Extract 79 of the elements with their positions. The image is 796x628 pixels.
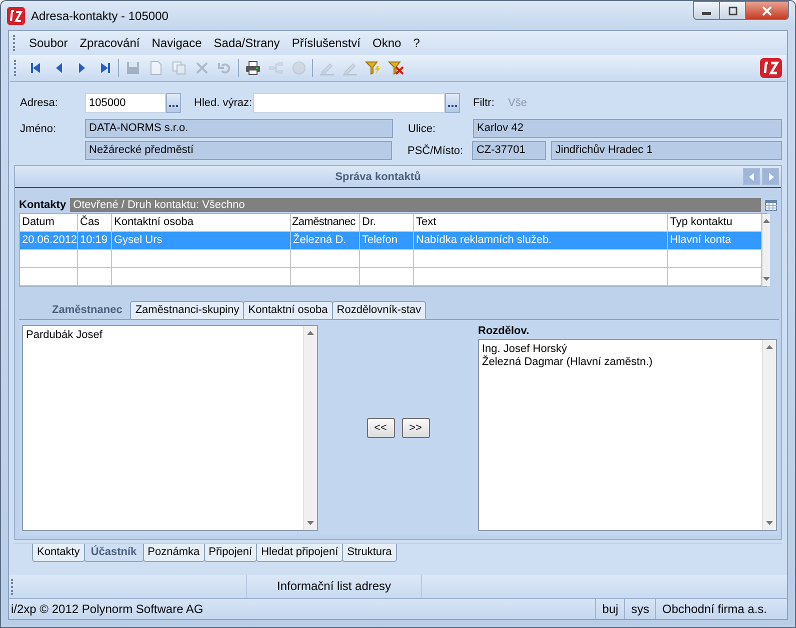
tab[interactable]: Kontaktní osoba [243, 301, 333, 319]
tab[interactable]: Zaměstnanci-skupiny [130, 301, 244, 319]
copyright-text: i/2xp © 2012 Polynorm Software AG [11, 602, 204, 616]
column-header[interactable]: Čas [78, 214, 112, 231]
panel-title: Správa kontaktů [334, 170, 422, 182]
close-icon [761, 6, 773, 16]
scrollbar[interactable] [303, 326, 317, 530]
field-label: Hled. výraz: [194, 97, 253, 109]
tab[interactable]: Rozdělovník-stav [332, 301, 426, 319]
ellipsis-icon [169, 105, 178, 108]
caret-up-icon [763, 219, 770, 223]
tab[interactable]: Zaměstnanec [37, 301, 132, 319]
zip-field: CZ-37701 [472, 141, 546, 160]
status-cell: buj [595, 599, 624, 619]
browse-button[interactable] [166, 93, 181, 113]
field-label: PSČ/Místo: [407, 144, 464, 156]
caret-up-icon [766, 345, 773, 349]
maximize-icon [728, 6, 738, 16]
filter-bar: Otevřené / Druh kontaktu: Všechno [70, 198, 761, 212]
list-item[interactable]: Železná Dagmar (Hlavní zaměstn.) [482, 356, 759, 369]
filter-value: Vše [508, 97, 527, 109]
column-header[interactable]: Kontaktní osoba [112, 214, 291, 231]
list-label: Rozdělov. [478, 325, 530, 339]
maximize-button[interactable] [719, 1, 746, 20]
menu-item[interactable]: Navigace [146, 36, 208, 50]
tab[interactable]: Připojení [204, 544, 258, 562]
field-label: Jméno: [20, 122, 58, 134]
search-field[interactable] [253, 93, 445, 113]
menu-item[interactable]: Zpracování [74, 36, 146, 50]
move-button[interactable]: >> [402, 418, 430, 438]
menu-item[interactable]: Okno [366, 36, 408, 50]
menu-item[interactable]: Soubor [23, 36, 74, 50]
status-cell: Obchodní firma a.s. [655, 599, 787, 619]
tab[interactable]: Struktura [342, 544, 397, 562]
scrollbar[interactable] [762, 214, 770, 286]
logo-icon [760, 58, 782, 78]
name-field: DATA-NORMS s.r.o. [85, 119, 393, 138]
window-title: Adresa-kontakty - 105000 [31, 8, 168, 22]
menu-item[interactable]: Příslušenství [286, 36, 367, 50]
minimize-icon [702, 12, 711, 15]
column-header[interactable]: Zaměstnanec [291, 214, 360, 231]
column-header[interactable]: Dr. [360, 214, 414, 231]
list-item[interactable]: Ing. Josef Horský [482, 343, 759, 356]
triangle-left-icon [748, 172, 756, 180]
address-field[interactable]: 105000 [85, 93, 166, 113]
filter-icon[interactable] [364, 60, 380, 76]
tab[interactable]: Poznámka [142, 544, 205, 562]
column-header[interactable]: Text [414, 214, 668, 231]
grid-icon[interactable] [765, 200, 777, 210]
minimize-button[interactable] [693, 1, 720, 20]
scrollbar[interactable] [762, 340, 776, 530]
list-item[interactable]: Pardubák Josef [26, 329, 300, 342]
filter-clear-icon[interactable] [388, 60, 404, 76]
tab[interactable]: Hledat připojení [256, 544, 344, 562]
tab[interactable]: Kontakty [32, 544, 85, 562]
field-label: Adresa: [20, 97, 59, 109]
logo-icon [7, 6, 25, 24]
city-field: Jindřichův Hradec 1 [551, 141, 782, 160]
next-button[interactable] [762, 168, 779, 185]
previous-button[interactable] [743, 168, 760, 185]
section-label: Kontakty [19, 199, 66, 211]
printer-icon[interactable] [244, 60, 260, 76]
move-button[interactable]: << [366, 418, 394, 438]
field-label: Ulice: [408, 122, 437, 134]
name-field: Nežárecké předměstí [85, 141, 392, 160]
caret-down-icon [766, 521, 773, 525]
status-cell: sys [624, 599, 656, 619]
close-button[interactable] [745, 1, 789, 20]
browse-button[interactable] [445, 93, 460, 113]
menu-item[interactable]: Sada/Strany [208, 36, 286, 50]
street-field: Karlov 42 [473, 119, 782, 138]
caret-down-icon [307, 521, 314, 525]
column-header[interactable]: Datum [20, 214, 78, 231]
ellipsis-icon [448, 105, 457, 108]
menu-item[interactable]: ? [407, 36, 426, 50]
triangle-right-icon [766, 172, 774, 180]
caret-down-icon [763, 277, 770, 281]
caret-up-icon [307, 331, 314, 335]
field-label: Filtr: [473, 97, 496, 109]
